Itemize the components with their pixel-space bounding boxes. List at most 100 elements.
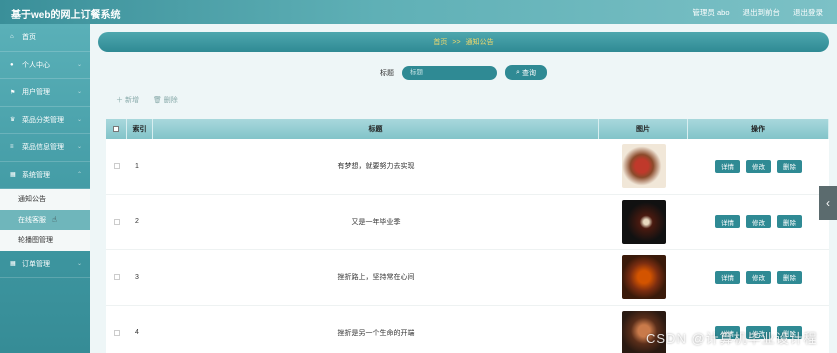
row-actions: 详情 修改 删除 xyxy=(688,250,829,305)
row-delete-button[interactable]: 删除 xyxy=(777,215,802,229)
edit-button[interactable]: 修改 xyxy=(746,159,771,173)
row-select-cell xyxy=(106,250,127,305)
sidebar-item-label: 菜品分类管理 xyxy=(22,116,64,124)
row-title: 有梦想，就要努力去实现 xyxy=(337,163,415,171)
dish-thumbnail xyxy=(621,199,666,244)
admin-label: 管理员 abo xyxy=(692,8,730,17)
grid-icon: ▦ xyxy=(10,261,16,268)
trash-icon: 🗑 xyxy=(152,97,164,104)
sidebar-item-label: 菜品信息管理 xyxy=(22,144,64,152)
sidebar-item-dish-category[interactable]: ♛ 菜品分类管理 ⌄ xyxy=(0,107,90,134)
breadcrumb: 首页 >> 通知公告 xyxy=(98,32,829,52)
edit-button[interactable]: 修改 xyxy=(746,215,771,229)
plus-icon: ＋ xyxy=(116,97,125,104)
row-actions: 详情 修改 删除 xyxy=(688,139,829,194)
header-image: 图片 xyxy=(599,119,688,139)
breadcrumb-current: 通知公告 xyxy=(465,39,494,46)
toolbar: ＋ 新增 🗑 删除 xyxy=(116,95,178,105)
main-content: 首页 >> 通知公告 标题 ⌕ 查询 ＋ 新增 🗑 删除 索引 标题 图片 操作… xyxy=(90,24,837,353)
header-ops: 操作 xyxy=(688,119,829,139)
grid-icon: ▦ xyxy=(10,172,16,179)
sidebar: ⌂ 首页 ● 个人中心 ⌄ ⚑ 用户管理 ⌄ ♛ 菜品分类管理 ⌄ ≡ 菜品信息… xyxy=(0,24,90,353)
breadcrumb-home[interactable]: 首页 xyxy=(433,37,447,47)
submenu-item-online-service[interactable]: 在线客服 ☝ xyxy=(0,209,90,230)
detail-button[interactable]: 详情 xyxy=(715,159,740,173)
user-icon: ● xyxy=(10,61,14,68)
edit-button[interactable]: 修改 xyxy=(746,270,771,284)
row-image-cell xyxy=(599,139,688,194)
logout-link[interactable]: 退出登录 xyxy=(793,7,823,18)
search-button[interactable]: ⌕ 查询 xyxy=(505,65,547,80)
dish-thumbnail xyxy=(621,255,666,300)
row-select-cell xyxy=(106,306,127,353)
sidebar-item-dish-info[interactable]: ≡ 菜品信息管理 ⌄ xyxy=(0,134,90,162)
row-image-cell xyxy=(599,250,688,305)
sidebar-item-label: 首页 xyxy=(22,34,36,42)
header-title: 标题 xyxy=(153,119,599,139)
row-delete-button[interactable]: 删除 xyxy=(777,270,802,284)
chevron-down-icon: ⌄ xyxy=(76,260,82,267)
sidebar-item-users[interactable]: ⚑ 用户管理 ⌄ xyxy=(0,79,90,107)
row-select-cell xyxy=(106,195,127,250)
chevron-down-icon: ⌄ xyxy=(76,144,82,150)
row-index: 1 xyxy=(135,162,139,170)
select-all-checkbox[interactable] xyxy=(113,126,119,132)
row-index: 2 xyxy=(135,218,139,226)
delete-button-label: 删除 xyxy=(163,97,178,104)
search-row: 标题 ⌕ 查询 xyxy=(90,64,837,81)
chevron-left-icon: ‹ xyxy=(826,196,830,210)
sidebar-item-system[interactable]: ▦ 系统管理 ⌃ xyxy=(0,162,90,189)
search-button-label: 查询 xyxy=(521,69,536,77)
app-title: 基于web的网上订餐系统 xyxy=(11,10,121,21)
sidebar-item-home[interactable]: ⌂ 首页 xyxy=(0,24,90,52)
sidebar-item-label: 个人中心 xyxy=(22,61,50,69)
row-checkbox[interactable] xyxy=(113,329,120,336)
top-actions: 管理员 abo 退出到前台 退出登录 xyxy=(692,7,823,18)
system-submenu: 通知公告 在线客服 ☝ 轮播图管理 xyxy=(0,189,90,251)
row-actions: 详情 修改 删除 xyxy=(688,195,829,250)
search-label: 标题 xyxy=(380,69,394,77)
breadcrumb-separator: >> xyxy=(452,38,461,46)
chevron-down-icon: ⌄ xyxy=(76,116,82,123)
top-bar: 基于web的网上订餐系统 管理员 abo 退出到前台 退出登录 xyxy=(0,0,837,24)
row-title: 挫折是另一个生命的开端 xyxy=(337,329,415,337)
sidebar-item-label: 系统管理 xyxy=(22,171,50,179)
row-select-cell xyxy=(106,139,127,194)
collapse-panel-tab[interactable]: ‹ xyxy=(819,186,837,220)
sidebar-item-label: 订单管理 xyxy=(22,260,50,268)
header-index: 索引 xyxy=(127,119,153,139)
back-to-front-link[interactable]: 退出到前台 xyxy=(743,7,781,18)
hand-cursor-icon: ☝ xyxy=(52,215,57,225)
row-image-cell xyxy=(599,195,688,250)
select-all-cell xyxy=(106,119,127,139)
row-checkbox[interactable] xyxy=(113,274,120,281)
delete-button[interactable]: 🗑 删除 xyxy=(153,95,178,105)
row-delete-button[interactable]: 删除 xyxy=(777,159,802,173)
row-index: 4 xyxy=(135,329,139,337)
search-input[interactable] xyxy=(402,65,497,80)
sidebar-item-label: 用户管理 xyxy=(22,89,50,97)
detail-button[interactable]: 详情 xyxy=(715,270,740,284)
row-checkbox[interactable] xyxy=(113,218,120,225)
table-row: 1 有梦想，就要努力去实现 详情 修改 删除 xyxy=(106,139,829,195)
chevron-down-icon: ⌄ xyxy=(76,61,82,68)
dish-thumbnail xyxy=(621,144,666,189)
chevron-down-icon: ⌄ xyxy=(76,89,82,95)
row-index: 3 xyxy=(135,273,139,281)
table-header: 索引 标题 图片 操作 xyxy=(106,119,829,139)
sidebar-item-profile[interactable]: ● 个人中心 ⌄ xyxy=(0,52,90,79)
watermark: CSDN @计算机毕业设计程 xyxy=(646,331,818,346)
detail-button[interactable]: 详情 xyxy=(715,215,740,229)
submenu-item-carousel[interactable]: 轮播图管理 xyxy=(0,230,90,251)
row-checkbox[interactable] xyxy=(113,163,120,170)
add-button-label: 新增 xyxy=(124,97,139,104)
row-title: 挫折路上，坚持常在心间 xyxy=(337,274,415,282)
notice-table: 索引 标题 图片 操作 1 有梦想，就要努力去实现 详情 修改 删除 2 又是一… xyxy=(106,119,829,353)
add-button[interactable]: ＋ 新增 xyxy=(116,95,139,105)
flag-icon: ⚑ xyxy=(10,89,16,96)
chevron-up-icon: ⌃ xyxy=(76,171,82,178)
table-row: 2 又是一年毕业季 详情 修改 删除 xyxy=(106,195,829,250)
sidebar-item-orders[interactable]: ▦ 订单管理 ⌄ xyxy=(0,251,90,278)
list-icon: ≡ xyxy=(10,144,14,151)
submenu-item-notice[interactable]: 通知公告 xyxy=(0,189,90,210)
